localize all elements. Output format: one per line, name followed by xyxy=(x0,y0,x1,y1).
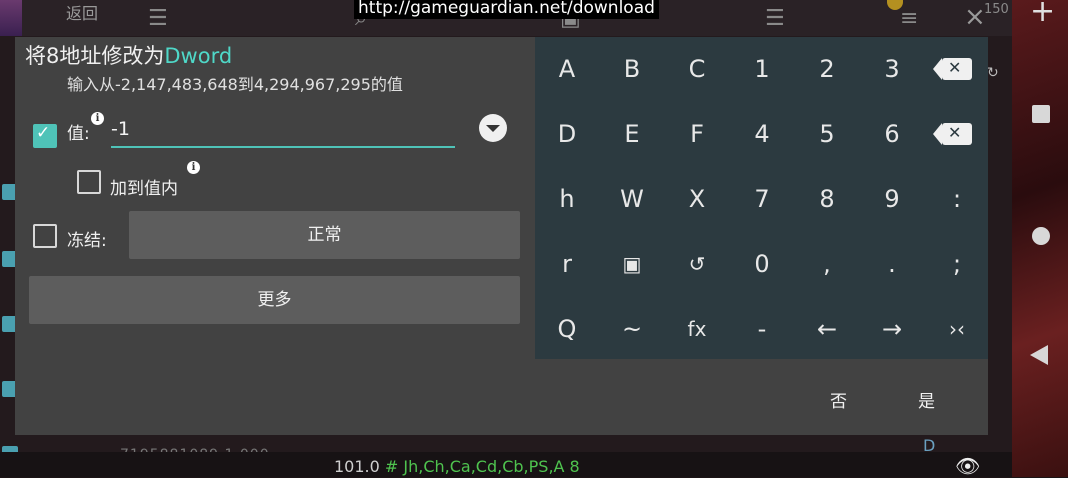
value-checkbox[interactable] xyxy=(33,123,57,148)
filter-icon[interactable]: ☰ xyxy=(148,6,168,31)
more-button[interactable]: 更多 xyxy=(29,276,520,324)
key-A[interactable]: A xyxy=(535,37,599,101)
key-3[interactable]: 3 xyxy=(860,37,924,101)
cancel-button[interactable]: 否 xyxy=(830,387,847,412)
key-›‹[interactable]: ›‹ xyxy=(925,297,989,361)
value-range-hint: 输入从-2,147,483,648到4,294,967,295的值 xyxy=(67,75,403,94)
key-h[interactable]: h xyxy=(535,167,599,231)
key-Q[interactable]: Q xyxy=(535,297,599,361)
key-r[interactable]: r xyxy=(535,232,599,296)
clear-icon[interactable] xyxy=(925,101,989,166)
status-text: 101.0 # Jh,Ch,Ca,Cd,Cb,PS,A 8 xyxy=(334,457,580,476)
freeze-mode-button[interactable]: 正常 xyxy=(129,211,520,259)
key-←[interactable]: ← xyxy=(795,297,859,361)
key-X[interactable]: X xyxy=(665,167,729,231)
recents-nav-icon[interactable] xyxy=(1032,105,1050,123)
app-icon xyxy=(0,0,22,36)
info-icon[interactable]: i xyxy=(187,161,200,174)
list-icon[interactable]: ☰ xyxy=(765,6,785,31)
dialog-title: 将8地址修改为Dword xyxy=(25,40,232,70)
title-type: Dword xyxy=(164,44,233,68)
menu-icon[interactable]: ≡ xyxy=(900,6,918,31)
eye-icon[interactable]: 👁 xyxy=(955,454,980,478)
chevron-down-icon xyxy=(486,125,500,132)
key-8[interactable]: 8 xyxy=(795,167,859,231)
result-count: 150 xyxy=(984,2,1009,17)
key-~[interactable]: ~ xyxy=(600,297,664,361)
freeze-label: 冻结: xyxy=(67,231,107,251)
key-5[interactable]: 5 xyxy=(795,102,859,166)
key-6[interactable]: 6 xyxy=(860,102,924,166)
key-→[interactable]: → xyxy=(860,297,924,361)
function-icon[interactable]: fx xyxy=(665,297,729,361)
title-prefix: 将8地址修改为 xyxy=(25,44,165,68)
key-;[interactable]: ; xyxy=(925,232,989,296)
add-to-value-label: 加到值内 xyxy=(110,179,178,199)
confirm-button[interactable]: 是 xyxy=(918,387,935,412)
clear-icon-glyph xyxy=(933,101,972,165)
key-4[interactable]: 4 xyxy=(730,102,794,166)
home-nav-icon[interactable] xyxy=(1032,227,1050,245)
key-W[interactable]: W xyxy=(600,167,664,231)
info-icon[interactable]: i xyxy=(91,112,104,125)
close-icon[interactable]: × xyxy=(964,2,986,32)
key-0[interactable]: 0 xyxy=(730,232,794,296)
key-,[interactable]: , xyxy=(795,232,859,296)
value-input[interactable] xyxy=(111,112,455,148)
back-nav-icon[interactable] xyxy=(1030,345,1048,365)
add-to-value-checkbox[interactable] xyxy=(77,170,101,194)
plus-icon[interactable]: + xyxy=(1030,0,1055,29)
backspace-icon[interactable] xyxy=(925,36,989,101)
key--[interactable]: - xyxy=(730,297,794,361)
freeze-checkbox[interactable] xyxy=(33,224,57,248)
key-B[interactable]: B xyxy=(600,37,664,101)
key-F[interactable]: F xyxy=(665,102,729,166)
backspace-icon-glyph xyxy=(933,36,972,100)
key-7[interactable]: 7 xyxy=(730,167,794,231)
key-E[interactable]: E xyxy=(600,102,664,166)
value-label: 值: xyxy=(67,124,90,144)
value-history-dropdown[interactable] xyxy=(479,114,507,142)
history-icon[interactable]: ↺ xyxy=(665,232,729,296)
key-:[interactable]: : xyxy=(925,167,989,231)
status-regions: # Jh,Ch,Ca,Cd,Cb,PS,A 8 xyxy=(384,457,580,476)
back-label[interactable]: 返回 xyxy=(66,0,98,24)
key-.[interactable]: . xyxy=(860,232,924,296)
status-value: 101.0 xyxy=(334,457,380,476)
key-C[interactable]: C xyxy=(665,37,729,101)
url-overlay: http://gameguardian.net/download xyxy=(354,0,659,19)
key-D[interactable]: D xyxy=(535,102,599,166)
key-9[interactable]: 9 xyxy=(860,167,924,231)
select-all-icon[interactable]: ▣ xyxy=(600,232,664,296)
key-2[interactable]: 2 xyxy=(795,37,859,101)
key-1[interactable]: 1 xyxy=(730,37,794,101)
